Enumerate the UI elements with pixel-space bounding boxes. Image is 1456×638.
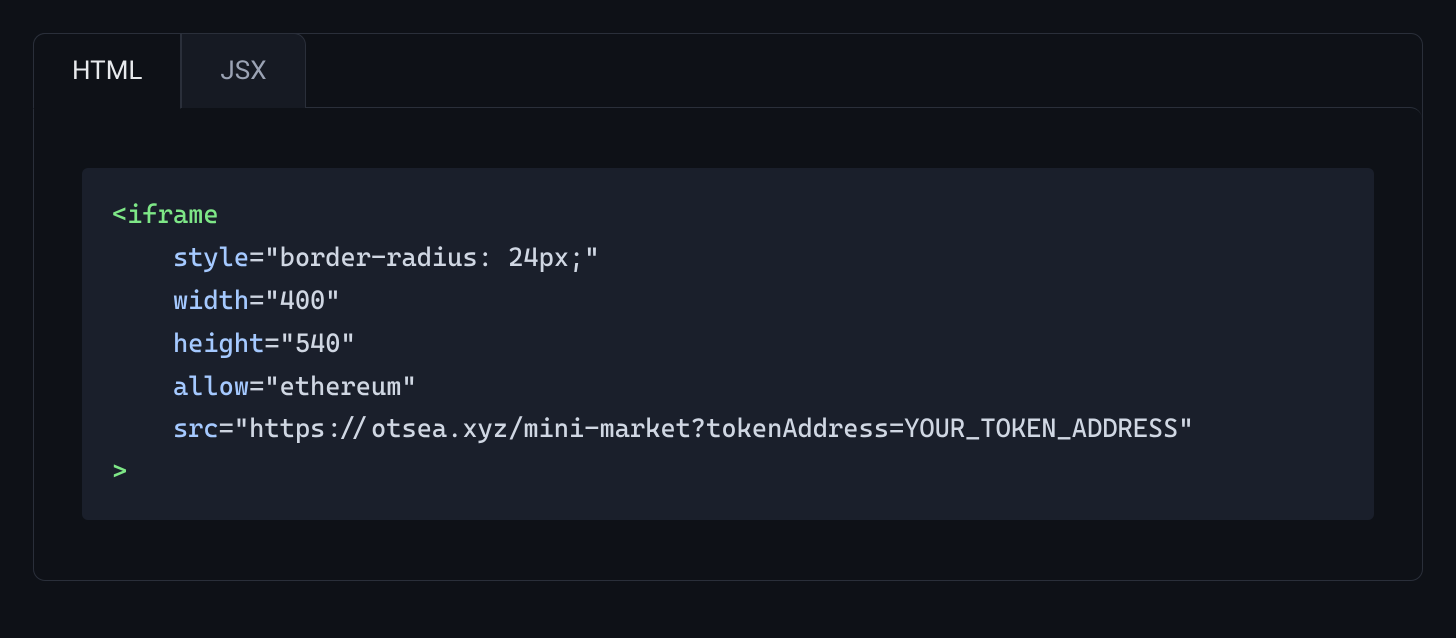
code-attr-style: style: [173, 243, 249, 273]
tab-content: <iframe style="border-radius: 24px;" wid…: [34, 107, 1422, 580]
code-attr-height: height: [173, 329, 264, 359]
code-eq: =: [249, 372, 264, 402]
code-val-allow: "ethereum": [264, 372, 416, 402]
code-attr-src: src: [173, 414, 219, 444]
tabs-bar: HTML JSX: [33, 33, 1422, 108]
tab-html[interactable]: HTML: [33, 33, 181, 109]
code-eq: =: [219, 414, 234, 444]
tab-jsx[interactable]: JSX: [181, 33, 305, 108]
code-panel: HTML JSX <iframe style="border-radius: 2…: [33, 33, 1423, 581]
page-container: HTML JSX <iframe style="border-radius: 2…: [0, 0, 1456, 614]
code-eq: =: [249, 243, 264, 273]
code-block[interactable]: <iframe style="border-radius: 24px;" wid…: [82, 168, 1374, 520]
code-val-src: "https://otsea.xyz/mini-market?tokenAddr…: [234, 414, 1194, 444]
code-tag-close: >: [112, 457, 127, 487]
code-val-style: "border-radius: 24px;": [264, 243, 599, 273]
code-attr-width: width: [173, 286, 249, 316]
code-val-width: "400": [264, 286, 340, 316]
code-eq: =: [264, 329, 279, 359]
code-tag-open: <iframe: [112, 200, 219, 230]
code-attr-allow: allow: [173, 372, 249, 402]
code-val-height: "540": [280, 329, 356, 359]
code-eq: =: [249, 286, 264, 316]
